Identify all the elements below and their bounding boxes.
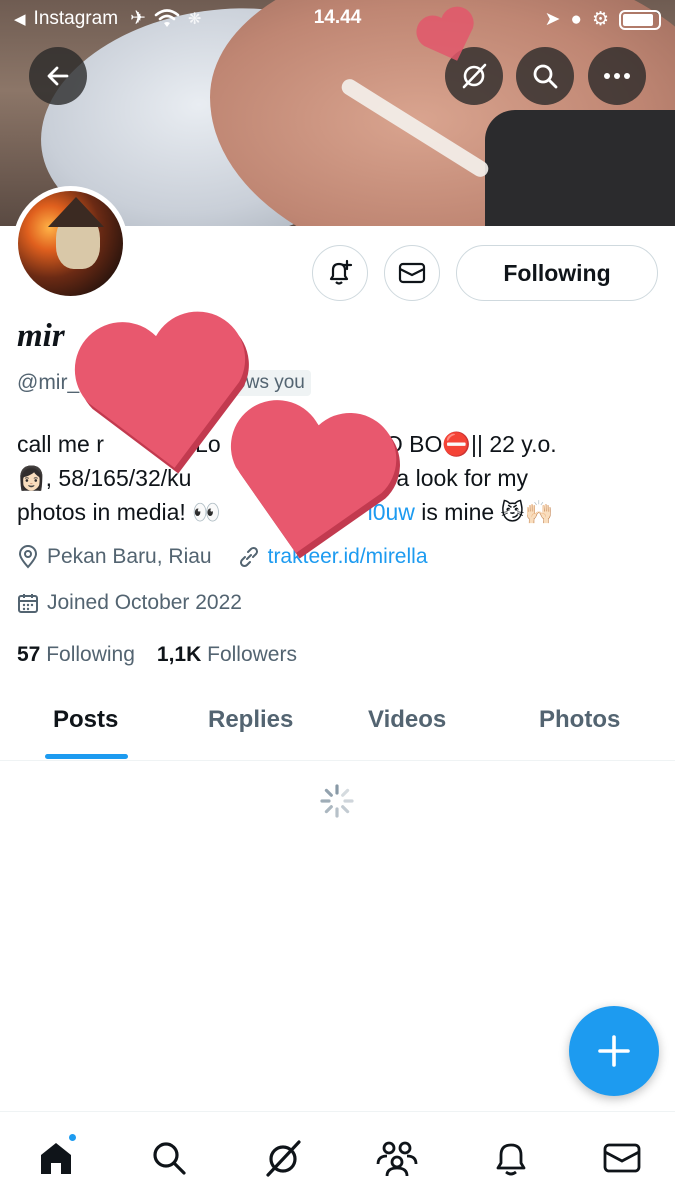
profile-tabs: Posts Replies Videos Photos — [0, 690, 675, 761]
search-icon — [533, 64, 558, 89]
search-button[interactable] — [516, 47, 574, 105]
nav-notifications[interactable] — [487, 1134, 535, 1182]
arrow-left-icon — [47, 66, 69, 86]
more-button[interactable] — [588, 47, 646, 105]
bio-line-3-a: photos in media! 👀 — [17, 499, 221, 525]
heart-sticker-small-top — [416, 6, 474, 61]
notifications-icon — [496, 1143, 526, 1176]
tab-active-indicator — [45, 754, 128, 759]
followers-stat[interactable]: 1,1K Followers — [157, 643, 297, 667]
heart-sticker-2 — [230, 400, 400, 559]
follow-stats: 57 Following 1,1K Followers — [17, 643, 297, 667]
person-icon: ● — [570, 8, 582, 30]
tab-videos[interactable]: Videos — [368, 706, 446, 734]
bottom-nav — [0, 1111, 675, 1200]
messages-icon — [603, 1143, 641, 1173]
loading-spinner-icon — [320, 784, 354, 818]
location-text: Pekan Baru, Riau — [47, 545, 212, 568]
status-right: ➤ ● ⚙ — [545, 8, 661, 31]
mail-icon — [398, 262, 426, 284]
grok-icon — [266, 1140, 301, 1177]
following-stat[interactable]: 57 Following — [17, 643, 135, 667]
banner-dark-fabric — [485, 110, 675, 226]
joined-row: Joined October 2022 — [17, 591, 242, 615]
calendar-icon — [18, 594, 38, 613]
following-label: Following — [46, 643, 135, 666]
display-name: mir — [17, 318, 65, 354]
battery-icon — [619, 9, 661, 30]
nav-search[interactable] — [145, 1134, 193, 1182]
status-bar: ◀ Instagram ✈ ❋ 14.44 ➤ ● ⚙ — [0, 0, 675, 38]
following-button[interactable]: Following — [456, 245, 658, 301]
nav-communities[interactable] — [373, 1134, 421, 1182]
following-count: 57 — [17, 643, 41, 666]
followers-label: Followers — [207, 643, 297, 666]
avatar-hat — [48, 197, 104, 227]
tab-posts[interactable]: Posts — [53, 706, 118, 734]
more-icon — [604, 73, 630, 79]
tab-photos[interactable]: Photos — [539, 706, 620, 734]
message-button[interactable] — [384, 245, 440, 301]
avatar[interactable] — [13, 186, 128, 301]
bell-plus-icon — [329, 259, 353, 285]
tab-replies[interactable]: Replies — [208, 706, 293, 734]
search-icon — [153, 1142, 186, 1175]
nav-grok[interactable] — [259, 1134, 307, 1182]
home-notification-dot — [67, 1132, 78, 1143]
bio-line-3-end: is mine 😼🙌🏻 — [421, 499, 554, 525]
followers-count: 1,1K — [156, 643, 202, 666]
location-pin-icon — [18, 545, 38, 569]
compose-button[interactable] — [569, 1006, 659, 1096]
back-button[interactable] — [29, 47, 87, 105]
nav-home[interactable] — [32, 1132, 80, 1182]
plus-icon — [598, 1035, 630, 1067]
location-arrow-icon: ➤ — [544, 9, 561, 30]
avatar-image — [18, 191, 123, 296]
joined-text: Joined October 2022 — [47, 591, 242, 614]
nav-messages[interactable] — [598, 1134, 646, 1182]
communities-icon — [376, 1141, 418, 1177]
home-icon — [41, 1143, 71, 1174]
rotation-lock-icon: ⚙ — [591, 9, 609, 30]
notify-button[interactable] — [312, 245, 368, 301]
